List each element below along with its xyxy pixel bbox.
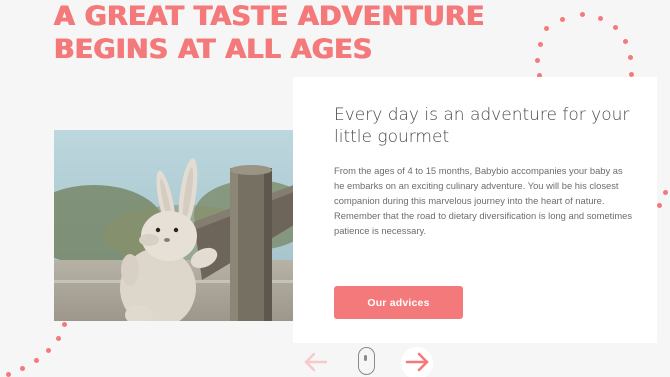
headline-line-2: BEGINS AT ALL AGES [54, 34, 373, 65]
our-advices-button[interactable]: Our advices [334, 286, 463, 319]
plush-rabbit-photo [54, 130, 294, 321]
page-headline: A GREAT TASTE ADVENTURE BEGINS AT ALL AG… [54, 0, 485, 66]
next-slide-button[interactable] [401, 347, 433, 377]
arrow-right-icon [405, 352, 429, 372]
mouse-wheel [364, 355, 368, 361]
previous-slide-button[interactable] [302, 350, 330, 374]
plush-rabbit-image [54, 130, 294, 321]
content-card: Every day is an adventure for your littl… [293, 77, 657, 343]
mouse-scroll-icon [358, 347, 375, 375]
card-body-text: From the ages of 4 to 15 months, Babybio… [334, 165, 633, 237]
arrow-left-icon [304, 352, 328, 372]
card-title: Every day is an adventure for your littl… [334, 105, 630, 147]
headline-line-1: A GREAT TASTE ADVENTURE [54, 1, 485, 32]
